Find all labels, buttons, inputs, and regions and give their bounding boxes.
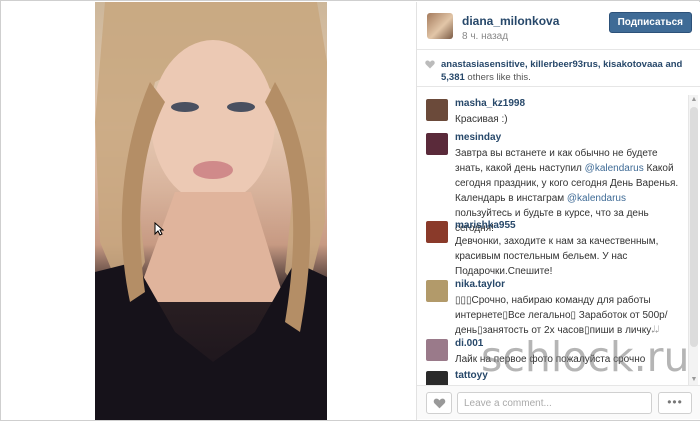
- commenter-avatar[interactable]: [426, 280, 448, 302]
- likes-others-text: others like this.: [467, 72, 531, 83]
- comment-text: Красивая :): [455, 114, 508, 125]
- commenter-avatar[interactable]: [426, 133, 448, 155]
- follow-button[interactable]: Подписаться: [608, 12, 692, 33]
- commenter-avatar[interactable]: [426, 99, 448, 121]
- comment-text: ▯▯▯Срочно, набираю команду для работы ин…: [455, 295, 668, 336]
- comment-input[interactable]: [457, 392, 652, 414]
- portrait-illustration: [95, 2, 327, 420]
- comment-footer: •••: [417, 385, 700, 419]
- commenter-avatar[interactable]: [426, 339, 448, 361]
- mention-link[interactable]: @kalendarus: [585, 163, 644, 174]
- heart-icon: [425, 60, 435, 69]
- comment-username[interactable]: marishka955: [455, 220, 516, 231]
- more-options-button[interactable]: •••: [658, 392, 692, 414]
- comment-username[interactable]: mesinday: [455, 132, 501, 143]
- comment-username[interactable]: masha_kz1998: [455, 98, 525, 109]
- mention-link[interactable]: @kalendarus: [567, 193, 626, 204]
- comment-text: Девчонки, заходите к нам за качественным…: [455, 236, 659, 277]
- user-avatar[interactable]: [427, 13, 453, 39]
- scroll-up-arrow-icon[interactable]: ▲: [690, 96, 698, 104]
- comment-username[interactable]: di.001: [455, 338, 483, 349]
- scroll-thumb[interactable]: [690, 107, 698, 347]
- heart-icon: [433, 398, 446, 409]
- like-button[interactable]: [426, 392, 452, 414]
- watermark-text: schlock.ru: [481, 333, 690, 381]
- commenter-avatar[interactable]: [426, 371, 448, 385]
- likers-list: anastasiasensitive, killerbeer93rus, kis…: [427, 58, 693, 84]
- photo-area: [2, 2, 415, 420]
- scroll-down-arrow-icon[interactable]: ▼: [690, 376, 698, 384]
- post-username[interactable]: diana_milonkova: [462, 14, 559, 28]
- post-header: diana_milonkova 8 ч. назад Подписаться: [417, 2, 700, 50]
- likers-names[interactable]: anastasiasensitive, killerbeer93rus, kis…: [441, 59, 682, 70]
- post-photo[interactable]: [95, 2, 327, 420]
- post-time[interactable]: 8 ч. назад: [462, 31, 508, 42]
- likes-summary: anastasiasensitive, killerbeer93rus, kis…: [417, 51, 700, 87]
- commenter-avatar[interactable]: [426, 221, 448, 243]
- mouse-cursor-icon: [154, 222, 164, 236]
- instagram-post-window: diana_milonkova 8 ч. назад Подписаться a…: [0, 0, 700, 421]
- likes-count[interactable]: 5,381: [441, 72, 465, 83]
- comment-username[interactable]: nika.taylor: [455, 279, 505, 290]
